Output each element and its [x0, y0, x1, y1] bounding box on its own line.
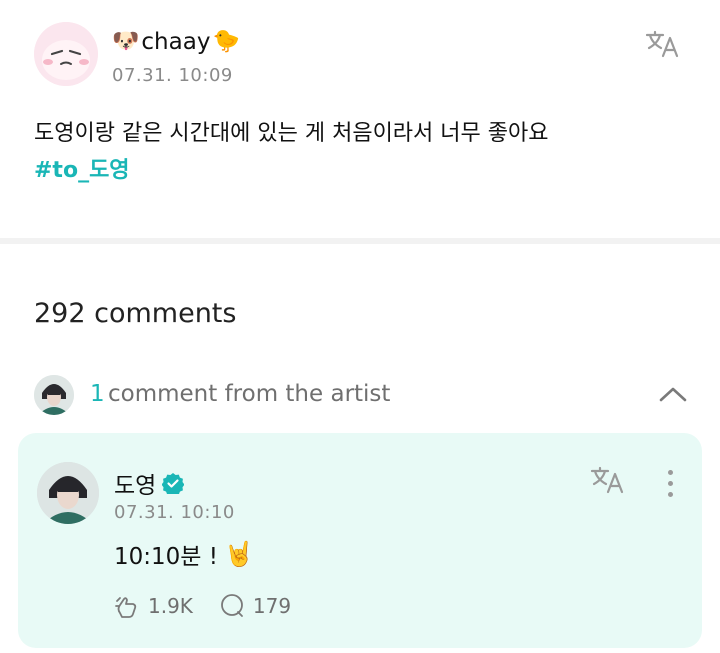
artist-name-text: 도영	[114, 473, 157, 499]
chick-emoji-icon: 🐤	[212, 29, 240, 54]
artist-comment-count: 1	[90, 381, 105, 407]
post-hashtag[interactable]: #to_도영	[34, 152, 130, 184]
author-name-text: chaay	[141, 29, 211, 55]
author-name[interactable]: 🐶 chaay 🐤	[112, 28, 240, 56]
post-body: 도영이랑 같은 시간대에 있는 게 처음이라서 너무 좋아요	[34, 121, 549, 146]
post-timestamp: 07.31. 10:09	[112, 65, 233, 86]
artist-name[interactable]: 도영	[114, 466, 185, 500]
collapse-button[interactable]	[656, 379, 690, 409]
artist-avatar-small	[34, 375, 74, 415]
post: 🐶 chaay 🐤 07.31. 10:09 도영이랑 같은 시간대에 있는 게…	[0, 0, 720, 238]
artist-comment-card: 도영 07.31. 10:10 10:10분 ! 🤘 1.9K 179	[18, 433, 702, 648]
artist-photo	[34, 375, 74, 415]
comment-icon	[221, 594, 243, 617]
translate-icon	[590, 466, 624, 494]
comment-actions: 1.9K 179	[114, 591, 317, 621]
artist-comment-label: comment from the artist	[108, 381, 391, 407]
artist-photo	[37, 462, 99, 524]
like-count: 1.9K	[148, 594, 193, 618]
rock-hand-emoji-icon: 🤘	[223, 540, 254, 568]
reply-count: 179	[252, 594, 292, 618]
section-divider	[0, 238, 720, 244]
more-vertical-icon	[667, 469, 673, 475]
artist-comment-timestamp: 07.31. 10:10	[114, 502, 235, 523]
artist-comment-text: 10:10분 ! 🤘	[114, 537, 254, 571]
verified-badge-icon	[162, 473, 185, 494]
comment-translate-button[interactable]	[588, 463, 628, 497]
artist-comment-body: 10:10분 !	[114, 544, 218, 570]
like-button[interactable]: 1.9K	[114, 593, 193, 619]
dog-emoji-icon: 🐶	[112, 29, 140, 54]
author-avatar[interactable]	[34, 22, 98, 86]
more-options-button[interactable]	[658, 465, 682, 501]
artist-avatar[interactable]	[37, 462, 99, 524]
like-icon	[115, 597, 137, 618]
chevron-up-icon	[659, 387, 687, 402]
reply-button[interactable]: 179	[219, 593, 291, 619]
artist-comments-toggle[interactable]: 1 comment from the artist	[34, 373, 694, 417]
post-translate-button[interactable]	[643, 27, 683, 61]
comments-count: 292 comments	[34, 298, 237, 329]
translate-icon	[645, 30, 679, 58]
cartoon-avatar-image	[34, 22, 98, 86]
